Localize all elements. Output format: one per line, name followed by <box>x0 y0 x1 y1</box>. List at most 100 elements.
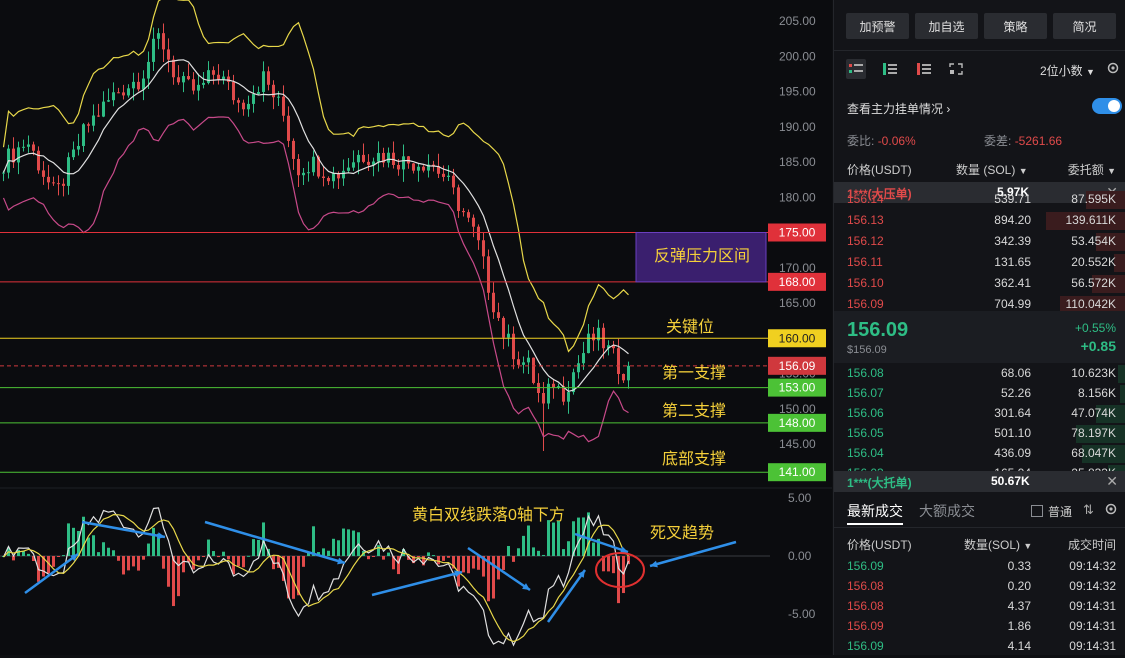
candlestick-chart[interactable]: 205.00 200.00 195.00 190.00 185.00 180.00 175.… <box>0 0 832 655</box>
normal-label: 普通 <box>1048 505 1073 519</box>
decimals-select[interactable]: 2位小数 ▼ <box>1040 62 1095 79</box>
candle-body <box>282 96 285 116</box>
candle-body <box>17 147 20 163</box>
candle-body <box>32 144 35 151</box>
book-bids-icon[interactable] <box>880 59 900 79</box>
macd-axis-label: 5.00 <box>788 491 812 505</box>
macd-bar <box>102 542 105 556</box>
candle-body <box>82 124 85 146</box>
candle-body <box>377 152 380 162</box>
candle-body <box>247 103 250 110</box>
trade-row[interactable]: 156.09 1.86 09:14:31 <box>834 616 1125 638</box>
bid-amount: 78.197K <box>1071 426 1116 440</box>
book-asks-icon[interactable] <box>914 59 934 79</box>
normal-checkbox[interactable] <box>1031 505 1043 517</box>
macd-bar <box>152 527 155 556</box>
candle-body <box>322 176 325 178</box>
overview-button[interactable]: 简况 <box>1053 13 1116 39</box>
strategy-button[interactable]: 策略 <box>984 13 1047 39</box>
ask-row[interactable]: 156.12 342.39 53.454K <box>834 231 1125 253</box>
diff-label: 委差: <box>984 134 1012 148</box>
candle-body <box>442 173 445 177</box>
bid-price: 156.08 <box>847 366 884 380</box>
trade-row[interactable]: 156.09 0.33 09:14:32 <box>834 556 1125 578</box>
trade-col-price: 价格(USDT) <box>847 538 912 552</box>
sort-icon[interactable]: ⇅ <box>1083 502 1094 518</box>
macd-bar <box>337 540 340 556</box>
change-abs: +0.85 <box>1080 338 1116 354</box>
macd-bar <box>462 556 465 573</box>
macd-bar <box>227 556 230 560</box>
candle-body <box>2 172 5 174</box>
bid-amount: 47.074K <box>1071 406 1116 420</box>
price-axis-label: 195.00 <box>779 85 816 99</box>
bid-amount: 10.623K <box>1071 366 1116 380</box>
add-alert-button[interactable]: 加预警 <box>846 13 909 39</box>
col-qty[interactable]: 数量 (SOL) ▼ <box>956 161 1028 178</box>
candle-body <box>52 182 55 184</box>
ask-qty: 894.20 <box>994 213 1031 227</box>
candle-body <box>532 357 535 383</box>
action-buttons: 加预警 加自选 策略 简况 <box>846 13 1116 39</box>
candle-body <box>272 84 275 98</box>
tab-latest-trades[interactable]: 最新成交 <box>847 501 903 521</box>
candle-body <box>362 154 365 162</box>
macd-bar <box>147 543 150 556</box>
candle-body <box>497 312 500 318</box>
trade-row[interactable]: 156.08 0.20 09:14:32 <box>834 576 1125 598</box>
candle-body <box>67 157 70 186</box>
bid-ask-ratio: 委比: -0.06% <box>847 132 916 149</box>
candle-body <box>27 144 30 147</box>
macd-bar <box>112 550 115 556</box>
main-orders-toggle[interactable] <box>1092 98 1122 114</box>
level-tag-label: 148.00 <box>779 416 816 430</box>
macd-bar <box>127 556 130 571</box>
bid-row[interactable]: 156.07 52.26 8.156K <box>834 383 1125 405</box>
macd-bar <box>467 556 470 574</box>
candle-body <box>97 115 100 117</box>
bid-row[interactable]: 156.06 301.64 47.074K <box>834 403 1125 425</box>
close-icon[interactable]: ✕ <box>1106 473 1118 490</box>
candle-body <box>112 92 115 101</box>
big-bid-banner[interactable]: 1***(大托单) 50.67K ✕ <box>834 471 1125 492</box>
book-both-icon[interactable] <box>846 59 866 79</box>
ask-row[interactable]: 156.14 539.71 87.595K <box>834 189 1125 211</box>
tab-active-underline <box>847 523 903 525</box>
trade-col-qty[interactable]: 数量(SOL) ▼ <box>964 536 1032 553</box>
macd-bar <box>242 556 245 568</box>
bid-row[interactable]: 156.08 68.06 10.623K <box>834 363 1125 385</box>
ask-row[interactable]: 156.10 362.41 56.572K <box>834 273 1125 295</box>
macd-bar <box>247 555 250 557</box>
ask-row[interactable]: 156.11 131.65 20.552K <box>834 252 1125 274</box>
bid-price: 156.05 <box>847 426 884 440</box>
candle-body <box>402 156 405 170</box>
tab-large-trades[interactable]: 大额成交 <box>919 501 975 521</box>
add-watchlist-button[interactable]: 加自选 <box>915 13 978 39</box>
candle-body <box>202 82 205 85</box>
candle-body <box>407 156 410 164</box>
macd-bar <box>562 549 565 556</box>
ask-row[interactable]: 156.13 894.20 139.611K <box>834 210 1125 232</box>
macd-bar <box>432 555 435 557</box>
macd-bar <box>92 535 95 556</box>
macd-bar <box>197 556 200 561</box>
ask-qty: 362.41 <box>994 276 1031 290</box>
trade-price: 156.09 <box>847 559 884 573</box>
fullscreen-icon[interactable] <box>946 59 966 79</box>
candle-body <box>287 115 290 141</box>
view-main-orders-link[interactable]: 查看主力挂单情况 › <box>847 100 950 117</box>
boll-lower-line <box>2 116 629 443</box>
bid-row[interactable]: 156.05 501.10 78.197K <box>834 423 1125 445</box>
chart-canvas[interactable]: 205.00 200.00 195.00 190.00 185.00 180.00 175.… <box>0 0 832 655</box>
trade-price: 156.08 <box>847 579 884 593</box>
orderbook-toolbar: 2位小数 ▼ <box>846 59 1122 81</box>
depth-bar <box>1120 385 1125 403</box>
candle-body <box>622 373 625 381</box>
settings-gear-icon[interactable] <box>1106 61 1120 80</box>
bid-price: 156.07 <box>847 386 884 400</box>
trade-row[interactable]: 156.08 4.37 09:14:31 <box>834 596 1125 618</box>
bid-row[interactable]: 156.04 436.09 68.047K <box>834 443 1125 465</box>
col-amount[interactable]: 委托额 ▼ <box>1068 161 1116 178</box>
settings-gear-icon[interactable] <box>1104 502 1118 521</box>
macd-bar <box>62 555 65 557</box>
